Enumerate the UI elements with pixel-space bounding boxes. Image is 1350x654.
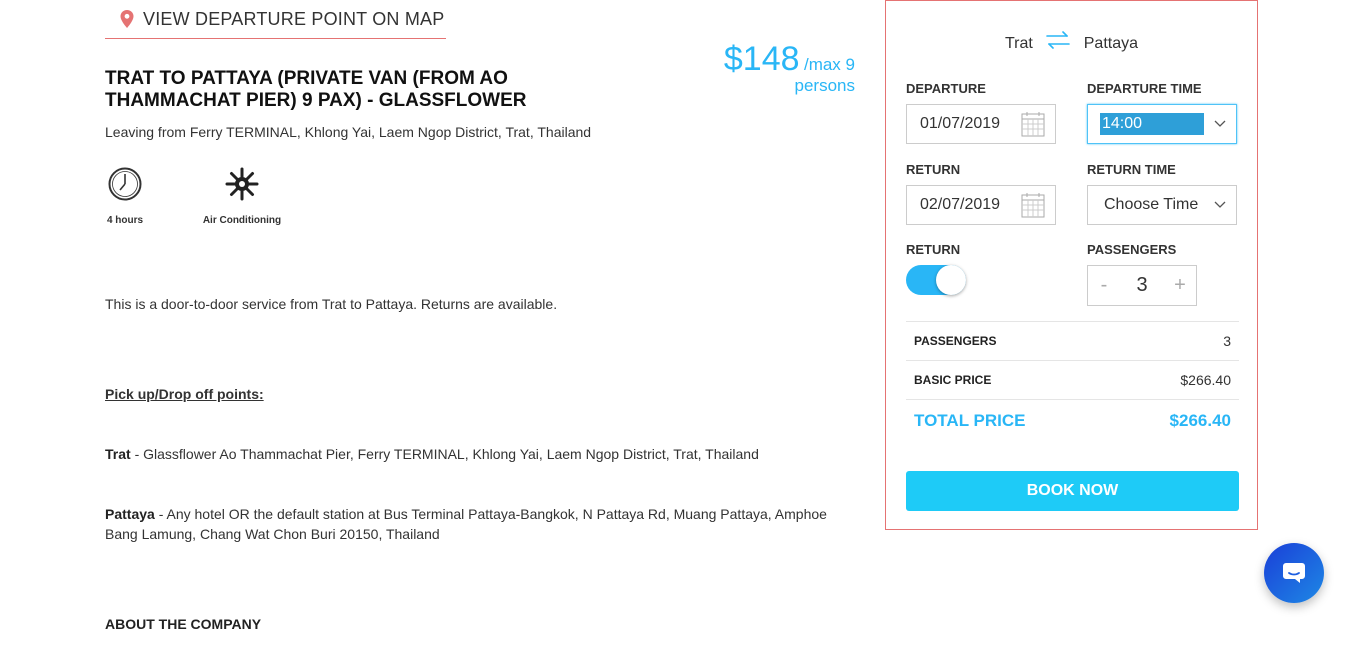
- price-suffix: /max 9: [803, 55, 855, 74]
- calendar-icon[interactable]: [1021, 111, 1045, 137]
- departure-time-select[interactable]: 14:00: [1087, 104, 1237, 144]
- pickup-point-name: Pattaya: [105, 506, 155, 522]
- route-from: Trat: [1004, 35, 1033, 53]
- pickup-point-name: Trat: [105, 446, 131, 462]
- service-description: This is a door-to-door service from Trat…: [105, 296, 558, 312]
- departure-time-value: 14:00: [1100, 113, 1204, 135]
- swap-arrows-icon[interactable]: [1045, 31, 1071, 49]
- snowflake-icon: [225, 167, 259, 201]
- total-price-value: $266.40: [1169, 410, 1231, 430]
- chevron-down-icon: [1214, 201, 1226, 208]
- chat-button[interactable]: [1264, 543, 1324, 603]
- page-title: TRAT TO PATTAYA (PRIVATE VAN (FROM AO TH…: [105, 68, 527, 111]
- feature-duration: 4 hours: [80, 167, 170, 226]
- toggle-knob: [936, 265, 966, 295]
- price-display: $148 /max 9: [724, 40, 855, 79]
- summary-total-row: TOTAL PRICE $266.40: [906, 399, 1239, 441]
- return-time-value: Choose Time: [1104, 196, 1199, 213]
- return-time-label: RETURN TIME: [1087, 162, 1176, 177]
- chevron-down-icon: [1214, 120, 1226, 127]
- passengers-minus-button[interactable]: -: [1088, 274, 1120, 297]
- return-time-select[interactable]: Choose Time: [1087, 185, 1237, 225]
- basic-price-value: $266.40: [1180, 371, 1231, 388]
- departure-date-input[interactable]: 01/07/2019: [906, 104, 1056, 144]
- basic-price-label: BASIC PRICE: [914, 372, 992, 387]
- map-pin-icon: [120, 10, 134, 28]
- chat-bubble-icon: [1283, 563, 1305, 583]
- departure-time-label: DEPARTURE TIME: [1087, 81, 1202, 96]
- price-amount: $148: [723, 40, 800, 78]
- feature-duration-label: 4 hours: [106, 215, 144, 226]
- about-company-heading: ABOUT THE COMPANY: [105, 616, 262, 632]
- leaving-from: Leaving from Ferry TERMINAL, Khlong Yai,…: [105, 124, 592, 140]
- view-map-label: VIEW DEPARTURE POINT ON MAP: [143, 8, 445, 29]
- pickup-point-pattaya: Pattaya - Any hotel OR the default stati…: [105, 504, 845, 544]
- booking-panel: Trat Pattaya DEPARTURE DEPARTURE TIME 01…: [885, 0, 1258, 530]
- summary-passengers-label: PASSENGERS: [914, 333, 997, 348]
- passengers-stepper: - 3 +: [1087, 265, 1197, 306]
- feature-ac-label: Air Conditioning: [202, 215, 282, 226]
- return-date-value: 02/07/2019: [920, 196, 1001, 213]
- calendar-icon[interactable]: [1021, 192, 1045, 218]
- summary-passengers-row: PASSENGERS 3: [906, 321, 1239, 359]
- passengers-label: PASSENGERS: [1087, 242, 1177, 257]
- summary-basic-price-row: BASIC PRICE $266.40: [906, 360, 1239, 398]
- return-toggle[interactable]: [906, 265, 966, 295]
- summary-passengers-value: 3: [1223, 332, 1231, 349]
- pickup-point-text: - Glassflower Ao Thammachat Pier, Ferry …: [130, 446, 759, 462]
- view-map-link[interactable]: VIEW DEPARTURE POINT ON MAP: [105, 0, 446, 39]
- return-label: RETURN: [906, 162, 961, 177]
- passengers-plus-button[interactable]: +: [1164, 274, 1196, 297]
- clock-icon: [108, 167, 142, 201]
- return-date-input[interactable]: 02/07/2019: [906, 185, 1056, 225]
- pickup-heading: Pick up/Drop off points:: [105, 386, 264, 402]
- departure-label: DEPARTURE: [906, 81, 986, 96]
- pickup-point-trat: Trat - Glassflower Ao Thammachat Pier, F…: [105, 444, 845, 464]
- return-toggle-label: RETURN: [906, 242, 961, 257]
- price-persons: persons: [794, 76, 855, 95]
- departure-date-value: 01/07/2019: [920, 115, 1001, 132]
- route-header: Trat Pattaya: [886, 31, 1257, 53]
- passengers-value[interactable]: 3: [1136, 274, 1147, 297]
- pickup-point-text: - Any hotel OR the default station at Bu…: [105, 506, 827, 542]
- feature-ac: Air Conditioning: [197, 167, 287, 226]
- total-price-label: TOTAL PRICE: [914, 410, 1026, 430]
- route-to: Pattaya: [1083, 35, 1139, 53]
- book-now-button[interactable]: BOOK NOW: [906, 471, 1239, 511]
